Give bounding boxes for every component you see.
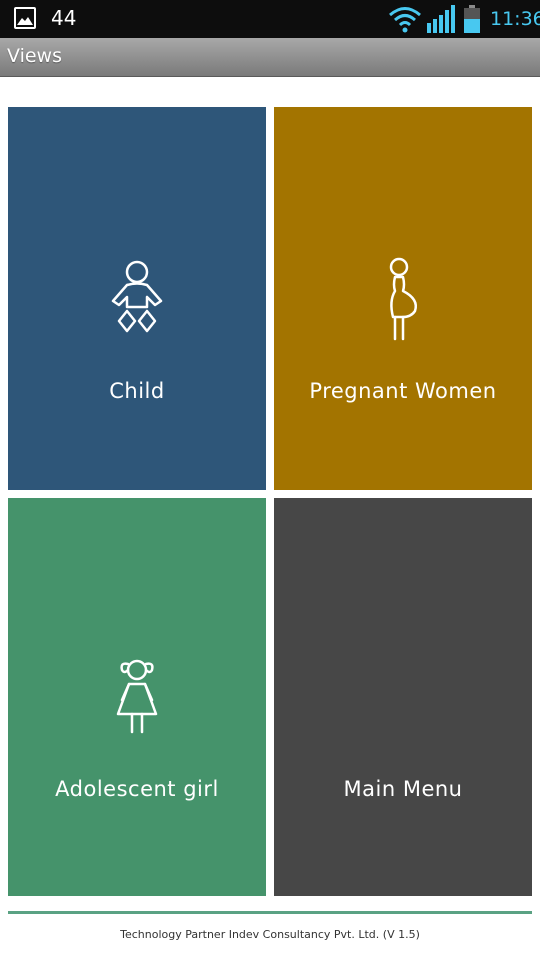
gallery-icon: [14, 7, 36, 29]
battery-icon: [464, 5, 480, 33]
adolescent-girl-tile[interactable]: Adolescent girl: [8, 498, 266, 896]
action-bar: Views: [0, 38, 540, 77]
pregnant-woman-icon: [389, 257, 417, 341]
baby-icon: [111, 260, 163, 333]
footer-credit: Technology Partner Indev Consultancy Pvt…: [120, 928, 420, 941]
child-label: Child: [109, 379, 165, 403]
pregnant-women-tile[interactable]: Pregnant Women: [274, 107, 532, 490]
child-tile[interactable]: Child: [8, 107, 266, 490]
main-menu-label: Main Menu: [343, 777, 463, 801]
notification-count: 44: [51, 6, 77, 30]
adolescent-girl-label: Adolescent girl: [55, 777, 219, 801]
status-bar: 44 11:36: [0, 0, 540, 38]
clock: 11:36: [490, 8, 540, 30]
girl-icon: [116, 659, 158, 734]
wifi-icon: [389, 7, 421, 33]
pregnant-women-label: Pregnant Women: [309, 379, 497, 403]
main-menu-tile[interactable]: Main Menu: [274, 498, 532, 896]
page-title: Views: [7, 45, 62, 67]
signal-icon: [427, 5, 455, 33]
footer-divider: [8, 911, 532, 914]
